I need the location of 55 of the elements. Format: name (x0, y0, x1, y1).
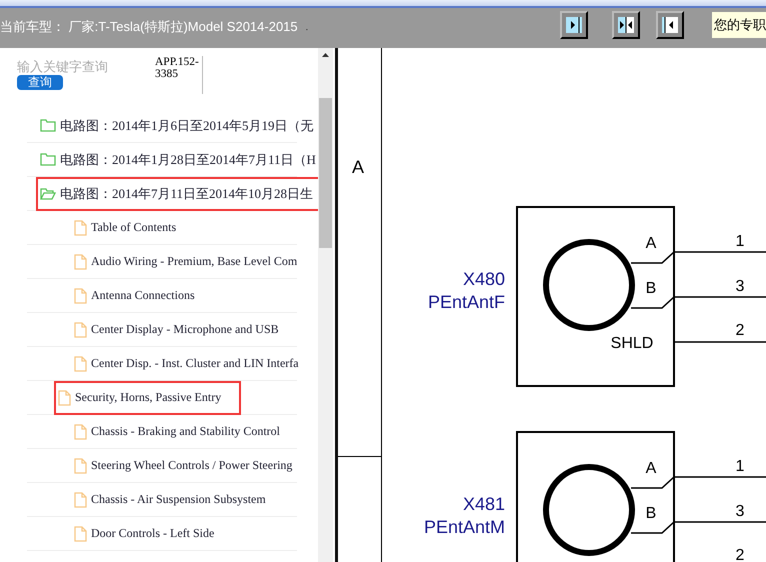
split-view-icon (661, 16, 679, 34)
search-button[interactable]: 查询 (17, 75, 63, 90)
tree-page-item[interactable]: Chassis - Braking and Stability Control (70, 414, 286, 448)
connector-id: X480 (462, 269, 505, 289)
connector-id: X481 (462, 494, 505, 514)
tree-page-item[interactable]: Center Display - Microphone and USB (70, 312, 285, 346)
row-label: A (352, 157, 366, 178)
pin-number: 2 (736, 322, 744, 339)
document-icon (74, 492, 87, 508)
pin-label: A (646, 460, 656, 477)
connector-name: PEntAntF (428, 292, 505, 312)
folder-icon (40, 119, 56, 132)
pin-number: 3 (736, 503, 744, 520)
document-icon (74, 220, 87, 236)
tree-folder-item[interactable]: 电路图：2014年1月6日至2014年5月19日（无 (36, 108, 318, 142)
document-icon (74, 424, 87, 440)
document-icon (74, 526, 87, 542)
pin-label: B (646, 280, 656, 297)
pin-label: B (646, 505, 656, 522)
shield-label: SHLD (610, 335, 654, 352)
layout-button[interactable] (560, 11, 588, 39)
connector-name: PEntAntM (424, 517, 505, 537)
split-view-icon (565, 16, 583, 34)
pin-number: 1 (736, 233, 744, 250)
split-view-icon (617, 16, 635, 34)
document-icon (74, 288, 87, 304)
tree-page-item[interactable]: Door Controls - Left Side (70, 516, 220, 550)
document-icon (58, 390, 71, 406)
document-icon (74, 322, 87, 338)
scrollbar[interactable] (318, 48, 333, 562)
header-dot: . (306, 22, 308, 33)
tree-page-item[interactable]: Steering Wheel Controls / Power Steering (70, 448, 298, 482)
document-icon (74, 356, 87, 372)
tree-page-item[interactable]: Table of Contents (70, 210, 182, 244)
document-icon (74, 254, 87, 270)
layout-button[interactable] (612, 11, 640, 39)
document-icon (74, 458, 87, 474)
tree-page-item[interactable]: Security, Horns, Passive Entry (54, 380, 242, 414)
open-folder-icon (40, 187, 56, 200)
tree-page-item[interactable]: Center Disp. - Inst. Cluster and LIN Interfa (70, 346, 305, 380)
pin-number: 2 (736, 547, 744, 562)
tree-folder-item[interactable]: 电路图：2014年1月28日至2014年7月11日（H (36, 142, 318, 176)
vehicle-title: 当前车型： 厂家:T-Tesla(特斯拉)Model S2014-2015 (0, 18, 298, 36)
notice-text: 您的专职 (712, 12, 766, 38)
scrollbar-thumb[interactable] (319, 98, 332, 248)
contact-text: APP.152-3385 (155, 56, 203, 94)
tree-folder-item[interactable]: 电路图：2014年7月11日至2014年10月28日生 (36, 176, 318, 210)
tree-page-item[interactable]: Antenna Connections (70, 278, 201, 312)
pin-number: 3 (736, 278, 744, 295)
tree-page-item[interactable]: Chassis - Air Suspension Subsystem (70, 482, 272, 516)
pin-number: 1 (736, 458, 744, 475)
folder-icon (40, 153, 56, 166)
tree-page-item[interactable]: Audio Wiring - Premium, Base Level Com (70, 244, 304, 278)
layout-button[interactable] (656, 11, 684, 39)
pin-label: A (646, 235, 656, 252)
